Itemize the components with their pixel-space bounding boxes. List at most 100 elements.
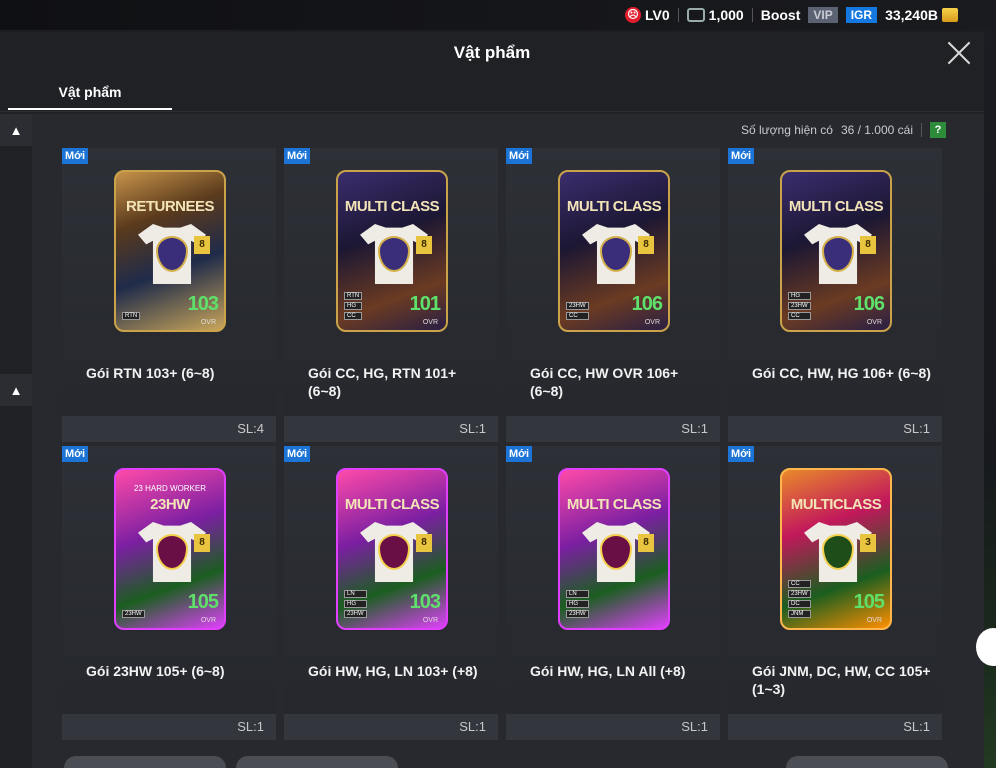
close-icon[interactable]	[946, 40, 972, 66]
grade-badge: 8	[860, 236, 876, 254]
pack-title: MULTI CLASS	[566, 198, 662, 215]
item-quantity: SL:1	[728, 416, 942, 442]
igr-badge[interactable]: IGR	[845, 7, 878, 23]
top-status-bar: ☹ LV0 1,000 Boost VIP IGR 33,240B	[0, 0, 996, 30]
item-quantity: SL:4	[62, 416, 276, 442]
pack-subtitle: 23 HARD WORKER	[133, 484, 206, 493]
class-tag: 23HW	[788, 302, 811, 310]
class-tag: 23HW	[344, 610, 367, 618]
item-card[interactable]: Mới 23 HARD WORKER 23HW 8 23HW 105 OVR G…	[62, 446, 276, 740]
coin-amount: 1,000	[708, 7, 744, 23]
class-tags: RTN HG CC	[344, 292, 363, 320]
item-card[interactable]: Mới MULTI CLASS 8 LN HG 23HW 103 OVR Gói H…	[284, 446, 498, 740]
class-tag: JNM	[788, 610, 811, 618]
class-tags: 23HW	[122, 610, 145, 618]
inventory-count: Số lượng hiện có 36 / 1.000 cái ?	[741, 122, 946, 138]
pack-image: MULTI CLASS 8 LN HG 23HW 103 OVR	[336, 468, 448, 630]
item-card[interactable]: Mới MULTI CLASS 8 23HW CC 106 OVR Gói CC,…	[506, 148, 720, 442]
item-name: Gói CC, HG, RTN 101+ (6~8)	[308, 365, 457, 399]
bp-balance: 33,240B	[885, 7, 958, 23]
class-tag: CC	[344, 312, 363, 320]
ovr-value: 106	[853, 293, 885, 315]
class-tag: CC	[788, 580, 811, 588]
class-tags: LN HG 23HW	[566, 590, 589, 618]
modal-title: Vật phẩm	[453, 43, 531, 62]
ovr-label: OVR	[422, 319, 438, 326]
pack-title: RETURNEES	[125, 198, 215, 215]
new-badge: Mới	[284, 148, 311, 164]
bottom-button[interactable]	[786, 756, 948, 768]
item-quantity: SL:1	[728, 714, 942, 740]
pack-title: MULTI CLASS	[344, 198, 440, 215]
pack-image: RETURNEES 8 RTN 103 OVR	[114, 170, 226, 332]
pack-title: MULTI CLASS	[344, 496, 440, 513]
vip-badge[interactable]: VIP	[808, 7, 838, 23]
pack-title: MULTI CLASS	[788, 198, 884, 215]
item-card[interactable]: Mới RETURNEES 8 RTN 103 OVR Gói RTN 103+…	[62, 148, 276, 442]
class-tag: 23HW	[566, 610, 589, 618]
item-name: Gói RTN 103+ (6~8)	[86, 365, 215, 381]
class-tag: 23HW	[788, 590, 811, 598]
class-tags: HG 23HW CC	[788, 292, 811, 320]
class-tag: 23HW	[122, 610, 145, 618]
item-card[interactable]: Mới MULTI CLASS 8 HG 23HW CC 106 OVR Gói C…	[728, 148, 942, 442]
help-button[interactable]: ?	[930, 122, 946, 138]
class-tag: RTN	[344, 292, 363, 300]
class-tag: HG	[788, 292, 811, 300]
coin-icon	[686, 8, 705, 22]
new-badge: Mới	[506, 446, 533, 462]
pack-image: MULTICLASS 3 CC 23HW DC JNM 105 OVR	[780, 468, 892, 630]
grade-badge: 8	[416, 236, 432, 254]
ovr-label: OVR	[422, 617, 438, 624]
tab-bar: Vật phẩm	[0, 74, 984, 112]
ovr-label: OVR	[200, 617, 216, 624]
class-tag: LN	[344, 590, 367, 598]
pack-image: MULTI CLASS 8 23HW CC 106 OVR	[558, 170, 670, 332]
grade-badge: 8	[416, 534, 432, 552]
items-panel: Số lượng hiện có 36 / 1.000 cái ? Mới RE…	[32, 114, 984, 768]
collapse-arrow-up-icon[interactable]: ▲	[0, 374, 32, 406]
game-screen: ☹ LV0 1,000 Boost VIP IGR 33,240B Vật ph…	[0, 0, 996, 768]
pack-title: MULTI CLASS	[566, 496, 662, 513]
item-quantity: SL:1	[506, 416, 720, 442]
coin-balance: 1,000	[686, 7, 744, 23]
class-tags: RTN	[122, 312, 141, 320]
new-badge: Mới	[62, 148, 89, 164]
pack-image: 23 HARD WORKER 23HW 8 23HW 105 OVR	[114, 468, 226, 630]
tab-items[interactable]: Vật phẩm	[8, 80, 172, 110]
grade-badge: 8	[194, 534, 210, 552]
new-badge: Mới	[284, 446, 311, 462]
item-grid: Mới RETURNEES 8 RTN 103 OVR Gói RTN 103+…	[62, 148, 944, 740]
grade-badge: 8	[638, 236, 654, 254]
class-tags: LN HG 23HW	[344, 590, 367, 618]
item-card[interactable]: Mới MULTICLASS 3 CC 23HW DC JNM 105 OVR Gói…	[728, 446, 942, 740]
collapse-arrow-up-icon[interactable]: ▲	[0, 114, 32, 146]
class-tag: HG	[344, 302, 363, 310]
ovr-value: 103	[187, 293, 219, 315]
class-tag: DC	[788, 600, 811, 608]
class-tag: HG	[344, 600, 367, 608]
item-name: Gói CC, HW OVR 106+ (6~8)	[530, 365, 679, 399]
ovr-label: OVR	[644, 319, 660, 326]
pack-title: MULTICLASS	[790, 496, 882, 513]
bottom-button[interactable]	[64, 756, 226, 768]
class-tag: LN	[566, 590, 589, 598]
pack-title: 23HW	[150, 496, 190, 513]
class-tags: CC 23HW DC JNM	[788, 580, 811, 618]
bp-currency-icon	[942, 8, 958, 22]
bottom-button[interactable]	[236, 756, 398, 768]
item-quantity: SL:1	[506, 714, 720, 740]
class-tag: RTN	[122, 312, 141, 320]
new-badge: Mới	[728, 148, 755, 164]
level-text: LV0	[645, 7, 670, 23]
class-tag: HG	[566, 600, 589, 608]
grade-badge: 8	[638, 534, 654, 552]
pack-image: MULTI CLASS 8 HG 23HW CC 106 OVR	[780, 170, 892, 332]
item-card[interactable]: Mới MULTI CLASS 8 LN HG 23HW Gói HW, HG, L…	[506, 446, 720, 740]
class-tag: CC	[788, 312, 811, 320]
boost-label[interactable]: Boost	[761, 7, 801, 23]
level-indicator: ☹ LV0	[625, 7, 670, 23]
class-tags: 23HW CC	[566, 302, 589, 320]
item-card[interactable]: Mới MULTI CLASS 8 RTN HG CC 101 OVR Gói CC…	[284, 148, 498, 442]
ovr-value: 105	[187, 591, 219, 613]
